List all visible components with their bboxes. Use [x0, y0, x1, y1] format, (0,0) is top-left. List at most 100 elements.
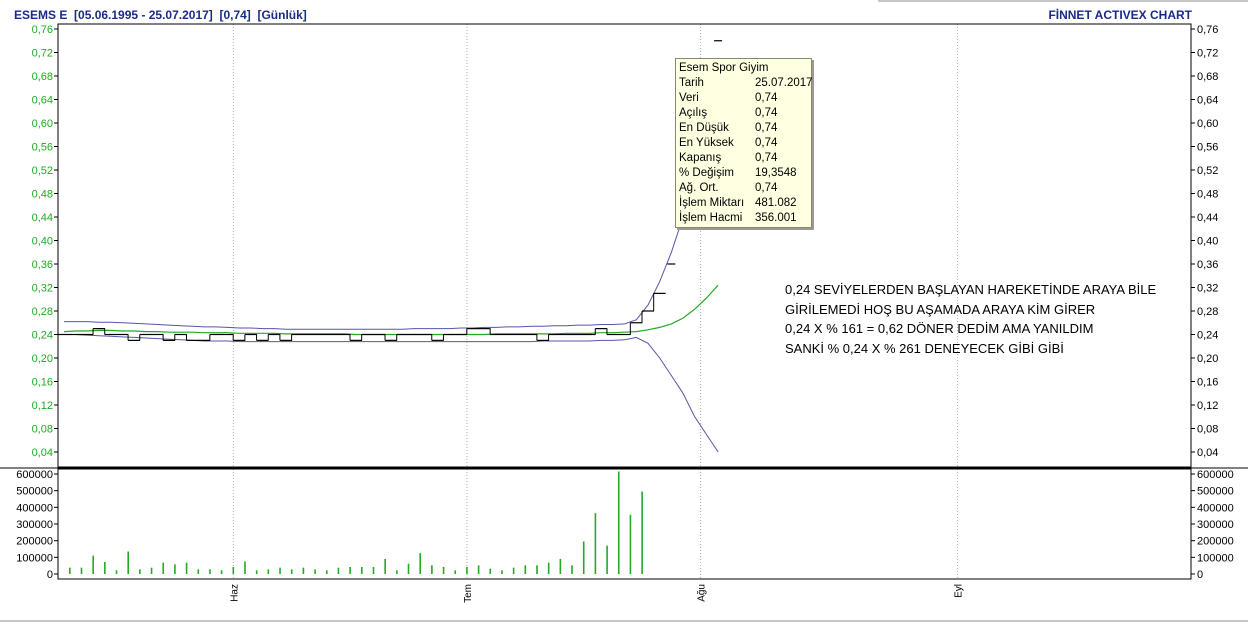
volume-bar [290, 569, 293, 574]
tooltip-label: Açılış [679, 107, 708, 119]
volume-bar [197, 569, 200, 574]
y-tick-label-right: 0,60 [1197, 118, 1218, 130]
volume-bar [349, 567, 351, 574]
y-tick-label-left: 0,08 [32, 424, 53, 436]
x-tick-label: Haz [229, 584, 240, 602]
volume-tick-label-right: 600000 [1197, 469, 1234, 481]
volume-bar [104, 562, 106, 574]
tooltip-value: 25.07.2017 [755, 77, 813, 89]
tooltip-value: 19,3548 [755, 167, 797, 179]
volume-bar [559, 559, 562, 574]
y-tick-label-left: 0,48 [32, 189, 53, 201]
moving-average-line [63, 284, 719, 336]
tooltip-value: 481.082 [755, 197, 797, 209]
volume-bar [115, 570, 118, 574]
tooltip-row-wavg: Ağ. Ort. 0,74 [679, 182, 809, 197]
y-tick-label-left: 0,32 [32, 283, 53, 295]
volume-bar [571, 565, 573, 574]
volume-bar [209, 569, 211, 574]
volume-bar [384, 559, 386, 574]
y-tick-label-left: 0,28 [32, 306, 53, 318]
volume-bar [302, 567, 305, 574]
volume-bar [92, 555, 94, 574]
volume-bar [512, 567, 515, 574]
volume-bar [442, 567, 445, 574]
annotation-line: 0,24 SEVİYELERDEN BAŞLAYAN HAREKETİNDE A… [785, 282, 1157, 297]
tooltip-label: En Düşük [679, 122, 729, 134]
volume-bar [314, 569, 316, 574]
volume-bar [629, 514, 632, 574]
volume-bar [489, 568, 492, 574]
volume-bar [594, 513, 597, 574]
y-tick-label-left: 0,44 [32, 212, 53, 224]
volume-bar [185, 562, 188, 574]
y-tick-label-left: 0,40 [32, 236, 53, 248]
y-tick-label-left: 0,52 [32, 165, 53, 177]
x-tick-label: Tem [463, 584, 474, 603]
y-tick-label-right: 0,24 [1197, 330, 1218, 342]
x-tick-label: Eyl [954, 584, 965, 598]
y-tick-label-right: 0,76 [1197, 24, 1218, 36]
volume-bar [501, 570, 503, 574]
volume-bar [606, 545, 608, 574]
volume-tick-label-right: 100000 [1197, 552, 1234, 564]
volume-tick-label-left: 100000 [16, 552, 53, 564]
volume-bar [174, 564, 176, 574]
x-tick-label: Ağu [697, 584, 708, 602]
tooltip-label: İşlem Hacmi [679, 212, 743, 224]
volume-tick-label-right: 500000 [1197, 486, 1234, 498]
volume-bar [454, 570, 457, 574]
moving-average [63, 284, 719, 336]
annotation-line: 0,24 X % 161 = 0,62 DÖNER DEDİM AMA YANI… [785, 321, 1094, 336]
y-tick-label-right: 0,72 [1197, 48, 1218, 60]
volume-bar [396, 570, 398, 574]
volume-tick-label-left: 300000 [16, 519, 53, 531]
y-tick-label-left: 0,12 [32, 400, 53, 412]
volume-bar [279, 567, 281, 574]
y-tick-label-left: 0,56 [32, 142, 53, 154]
y-tick-label-left: 0,24 [32, 330, 53, 342]
tooltip-value: 0,74 [755, 137, 778, 149]
annotation-line: SANKİ % 0,24 X % 261 DENEYECEK GİBİ GİBİ [785, 340, 1064, 356]
volume-tick-label-right: 300000 [1197, 519, 1234, 531]
price-panel-frame [57, 23, 1192, 468]
y-tick-label-right: 0,12 [1197, 400, 1218, 412]
volume-panel-frame [57, 468, 1192, 580]
y-tick-label-left: 0,36 [32, 259, 53, 271]
volume-tick-label-left: 0 [47, 569, 53, 581]
volume-bar [524, 565, 527, 574]
y-tick-label-right: 0,68 [1197, 71, 1218, 83]
volume-bar [361, 567, 363, 574]
y-tick-label-left: 0,64 [32, 95, 53, 107]
volume-tick-label-left: 400000 [16, 502, 53, 514]
volume-bar [232, 567, 235, 574]
tooltip-value: 0,74 [755, 107, 778, 119]
tooltip-label: İşlem Miktarı [679, 197, 745, 209]
volume-bar [325, 570, 328, 574]
volume-bar [127, 551, 129, 574]
bollinger-bands [64, 116, 719, 453]
lower-band-line [64, 334, 719, 453]
volume-bar [431, 565, 433, 574]
tooltip-value: 0,74 [755, 152, 778, 164]
volume-bar [69, 567, 71, 574]
tooltip-row-quantity: İşlem Miktarı 481.082 [679, 197, 809, 212]
volume-tick-label-right: 200000 [1197, 536, 1234, 548]
tooltip-title: Esem Spor Giyim [679, 62, 769, 74]
y-tick-label-right: 0,44 [1197, 212, 1218, 224]
tooltip-row-open: Açılış 0,74 [679, 107, 809, 122]
volume-tick-label-left: 500000 [16, 486, 53, 498]
y-tick-label-right: 0,16 [1197, 377, 1218, 389]
tooltip-label: Ağ. Ort. [679, 182, 719, 194]
y-tick-label-right: 0,48 [1197, 189, 1218, 201]
chart-annotation: 0,24 SEVİYELERDEN BAŞLAYAN HAREKETİNDE A… [785, 280, 1156, 358]
y-tick-label-right: 0,32 [1197, 283, 1218, 295]
volume-bar [244, 561, 246, 574]
tooltip-value: 0,74 [755, 182, 778, 194]
volume-bar [255, 570, 258, 574]
tooltip-row-close: Kapanış 0,74 [679, 152, 809, 167]
volume-bar [466, 567, 468, 574]
tooltip-label: Kapanış [679, 152, 722, 164]
y-tick-label-left: 0,68 [32, 71, 53, 83]
volume-bar [267, 569, 270, 574]
